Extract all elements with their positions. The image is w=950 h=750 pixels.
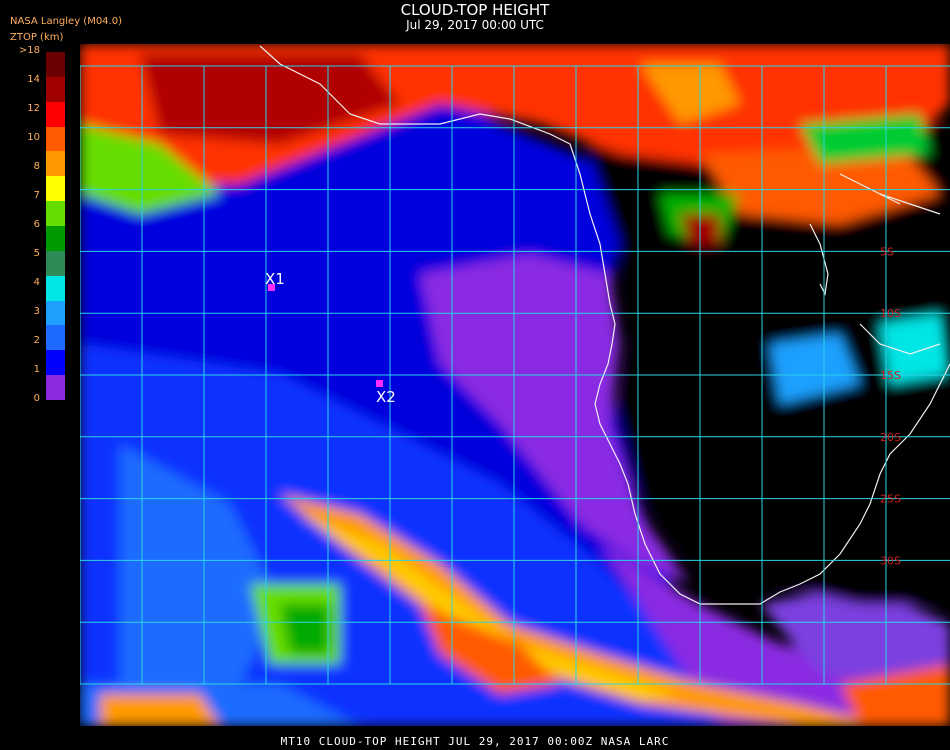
data-source-label: NASA Langley (M04.0) xyxy=(10,16,122,27)
legend-swatch xyxy=(46,275,65,301)
legend-swatch xyxy=(46,375,65,400)
cloud-field xyxy=(80,44,950,726)
footer-caption: MT10 CLOUD-TOP HEIGHT JUL 29, 2017 00:00… xyxy=(280,735,670,748)
marker-x2-label: X2 xyxy=(376,388,396,406)
legend-tick-label: 12 xyxy=(27,103,40,114)
legend-swatch xyxy=(46,300,65,326)
map-canvas: 5S 10S 15S 20S 25S 30S X1 X2 xyxy=(80,44,950,726)
map-datetime: Jul 29, 2017 00:00 UTC xyxy=(406,18,544,32)
latitude-label: 20S xyxy=(880,431,901,444)
legend-units-label: ZTOP (km) xyxy=(10,32,64,43)
legend-swatch xyxy=(46,151,65,177)
legend-swatch xyxy=(46,250,65,276)
legend-tick-label: 1 xyxy=(33,364,40,375)
color-legend xyxy=(46,51,65,400)
legend-tick-label: 14 xyxy=(27,74,40,85)
legend-swatch xyxy=(46,325,65,351)
cloud-top-height-map[interactable]: 5S 10S 15S 20S 25S 30S X1 X2 xyxy=(80,44,950,726)
legend-swatch xyxy=(46,51,65,77)
legend-swatch xyxy=(46,101,65,127)
marker-x2-square xyxy=(376,380,383,387)
legend-tick-label: 0 xyxy=(33,393,40,404)
latitude-label: 5S xyxy=(880,245,894,258)
legend-swatch xyxy=(46,201,65,226)
legend-tick-label: 6 xyxy=(33,219,40,230)
legend-tick-label: 4 xyxy=(33,277,40,288)
legend-swatch xyxy=(46,225,65,251)
latitude-label: 30S xyxy=(880,554,901,567)
legend-tick-label: 3 xyxy=(33,306,40,317)
legend-swatch xyxy=(46,126,65,152)
map-title: CLOUD-TOP HEIGHT xyxy=(400,1,550,19)
marker-x1[interactable]: X1 xyxy=(265,270,285,291)
latitude-label: 25S xyxy=(880,493,901,506)
legend-tick-label: 7 xyxy=(33,190,40,201)
legend-tick-label: 2 xyxy=(33,335,40,346)
legend-swatch xyxy=(46,76,65,102)
latitude-label: 15S xyxy=(880,369,901,382)
legend-tick-label: 8 xyxy=(33,161,40,172)
legend-tick-label: >18 xyxy=(18,45,40,56)
legend-tick-label: 10 xyxy=(27,132,40,143)
latitude-label: 10S xyxy=(880,307,901,320)
marker-x1-label: X1 xyxy=(265,270,285,288)
legend-tick-label: 5 xyxy=(33,248,40,259)
legend-swatch xyxy=(46,350,65,376)
legend-swatch xyxy=(46,176,65,202)
